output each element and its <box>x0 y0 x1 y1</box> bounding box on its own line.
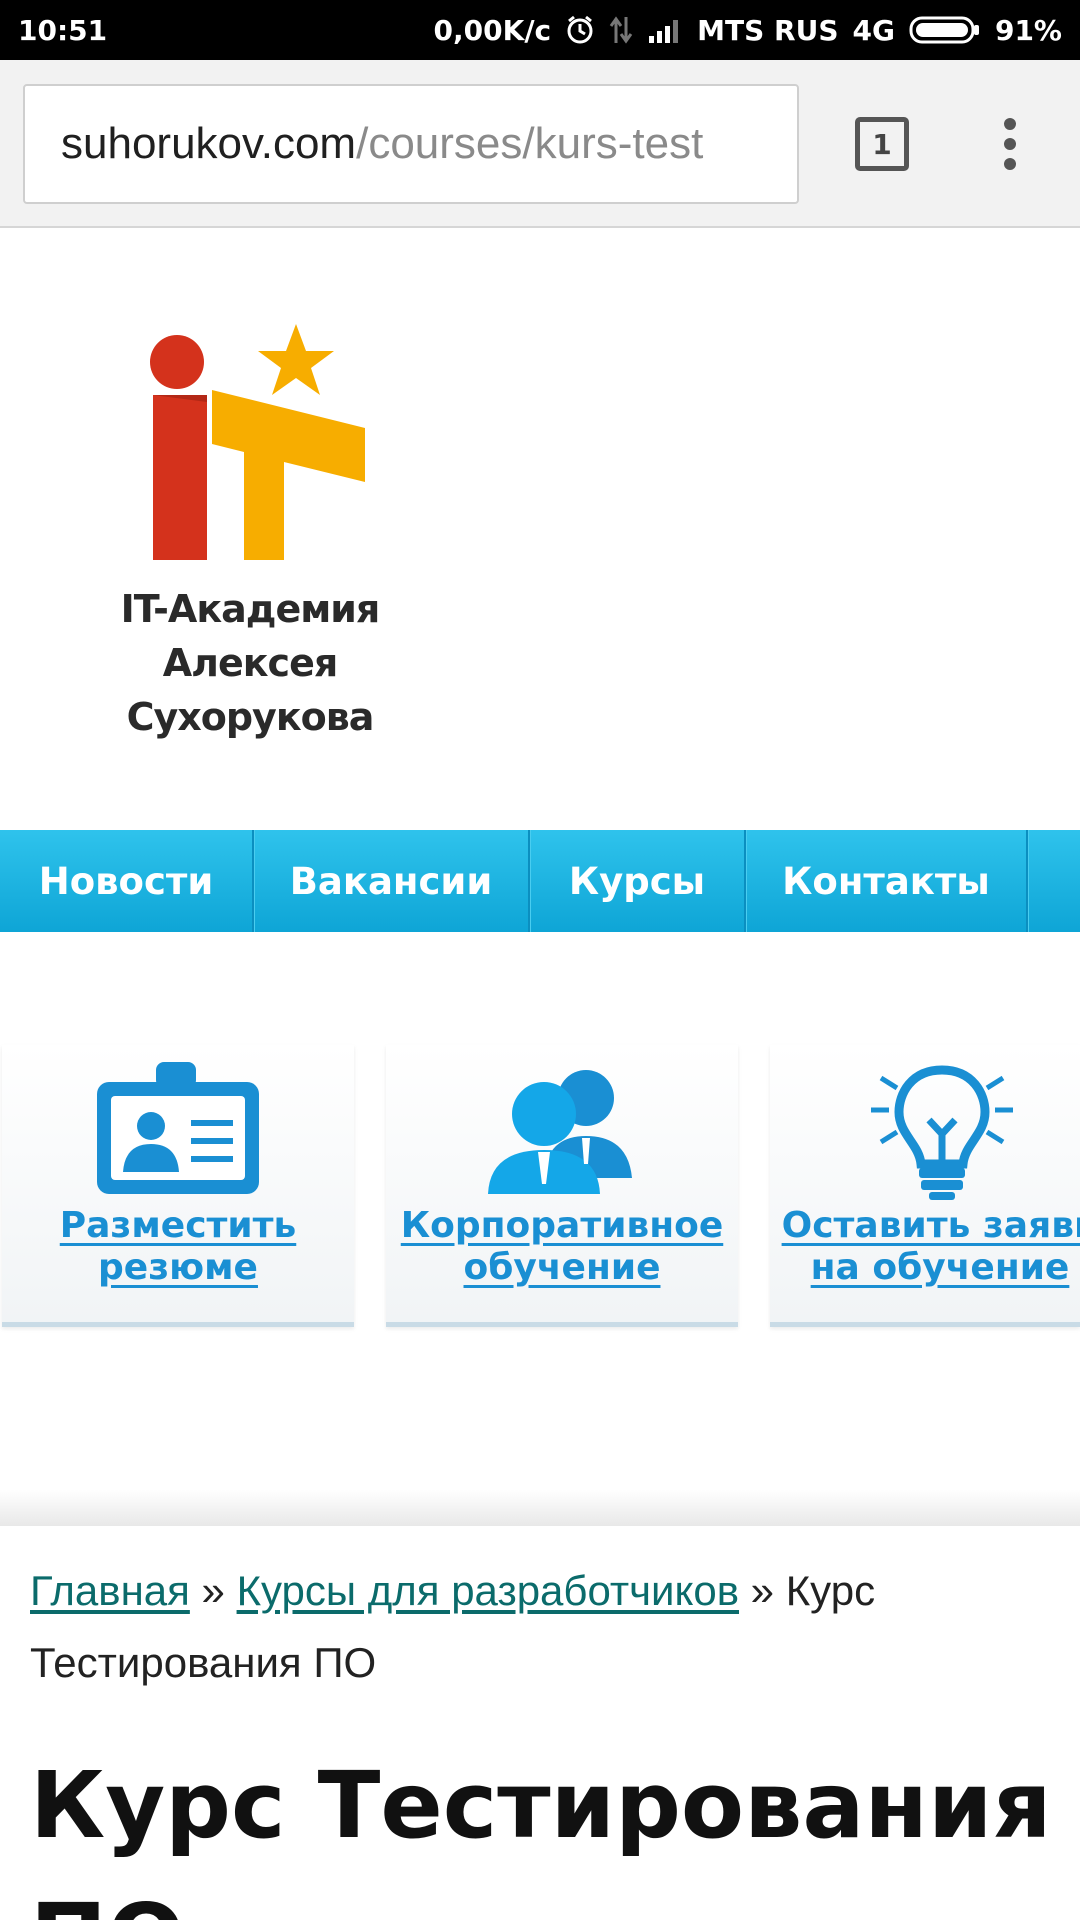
status-battery: 91% <box>994 13 1062 47</box>
nav-item-more[interactable] <box>1028 830 1080 932</box>
page-title: Курс Тестирования ПО <box>30 1740 1070 1920</box>
card-label: Корпоративное обучение <box>386 1205 738 1289</box>
card-label-line-1: Разместить <box>59 1205 297 1246</box>
logo-line-1: IT-Академия <box>120 587 381 631</box>
breadcrumb-separator: » <box>739 1567 786 1614</box>
status-net-speed: 0,00K/c <box>433 13 552 47</box>
tab-count: 1 <box>872 127 892 161</box>
screen: 10:51 0,00K/c MTS RUS 4G 91% suhorukov.c… <box>0 0 1080 1920</box>
nav-item-courses[interactable]: Курсы <box>530 830 746 932</box>
browser-toolbar: suhorukov.com/courses/kurs-test 1 <box>0 60 1080 228</box>
nav-item-contacts[interactable]: Контакты <box>746 830 1028 932</box>
breadcrumb-section-link[interactable]: Курсы для разработчиков <box>237 1567 739 1614</box>
nav-item-vacancies[interactable]: Вакансии <box>254 830 530 932</box>
lightbulb-icon <box>867 1060 1017 1207</box>
card-label: Оставить заявк на обучение <box>770 1205 1080 1289</box>
breadcrumb: Главная » Курсы для разработчиков » Курс… <box>30 1555 1050 1699</box>
page-title-line-1: Курс Тестирования <box>30 1752 1052 1859</box>
card-label-line-1: Корпоративное <box>400 1205 724 1246</box>
card-label-line-1: Оставить заявк <box>781 1205 1080 1246</box>
logo-text: IT-Академия Алексея Сухорукова <box>40 582 460 744</box>
alarm-icon <box>565 15 595 45</box>
site-logo[interactable]: IT-Академия Алексея Сухорукова <box>40 310 460 739</box>
card-post-resume[interactable]: Разместить резюме <box>2 1045 354 1327</box>
data-arrows-icon <box>609 15 633 45</box>
people-group-icon <box>482 1060 642 1203</box>
card-label-line-2: резюме <box>98 1247 258 1288</box>
url-host: suhorukov.com <box>61 119 357 168</box>
status-network: 4G <box>852 13 895 47</box>
status-bar: 10:51 0,00K/c MTS RUS 4G 91% <box>0 0 1080 60</box>
breadcrumb-home-link[interactable]: Главная <box>30 1567 190 1614</box>
status-carrier: MTS RUS <box>697 13 839 47</box>
battery-icon <box>909 15 981 45</box>
status-time: 10:51 <box>18 13 108 47</box>
signal-icon <box>647 16 683 44</box>
nav-item-news[interactable]: Новости <box>0 830 254 932</box>
card-corporate-training[interactable]: Корпоративное обучение <box>386 1045 738 1327</box>
card-training-request[interactable]: Оставить заявк на обучение <box>770 1045 1080 1327</box>
logo-line-2: Алексея Сухорукова <box>126 641 375 739</box>
resume-badge-icon <box>93 1060 263 1203</box>
card-label-line-2: на обучение <box>810 1247 1070 1288</box>
content-divider <box>0 1490 1080 1526</box>
address-bar[interactable]: suhorukov.com/courses/kurs-test <box>23 84 799 204</box>
overflow-menu-icon[interactable] <box>994 112 1026 176</box>
logo-mark-icon <box>150 324 365 560</box>
page-title-line-2: ПО <box>30 1872 1070 1920</box>
url-path: /courses/kurs-test <box>356 119 704 168</box>
card-label-line-2: обучение <box>463 1247 661 1288</box>
breadcrumb-separator: » <box>189 1567 237 1614</box>
card-label: Разместить резюме <box>2 1205 354 1289</box>
tab-switcher-button[interactable]: 1 <box>855 117 909 171</box>
main-nav: Новости Вакансии Курсы Контакты <box>0 830 1080 932</box>
